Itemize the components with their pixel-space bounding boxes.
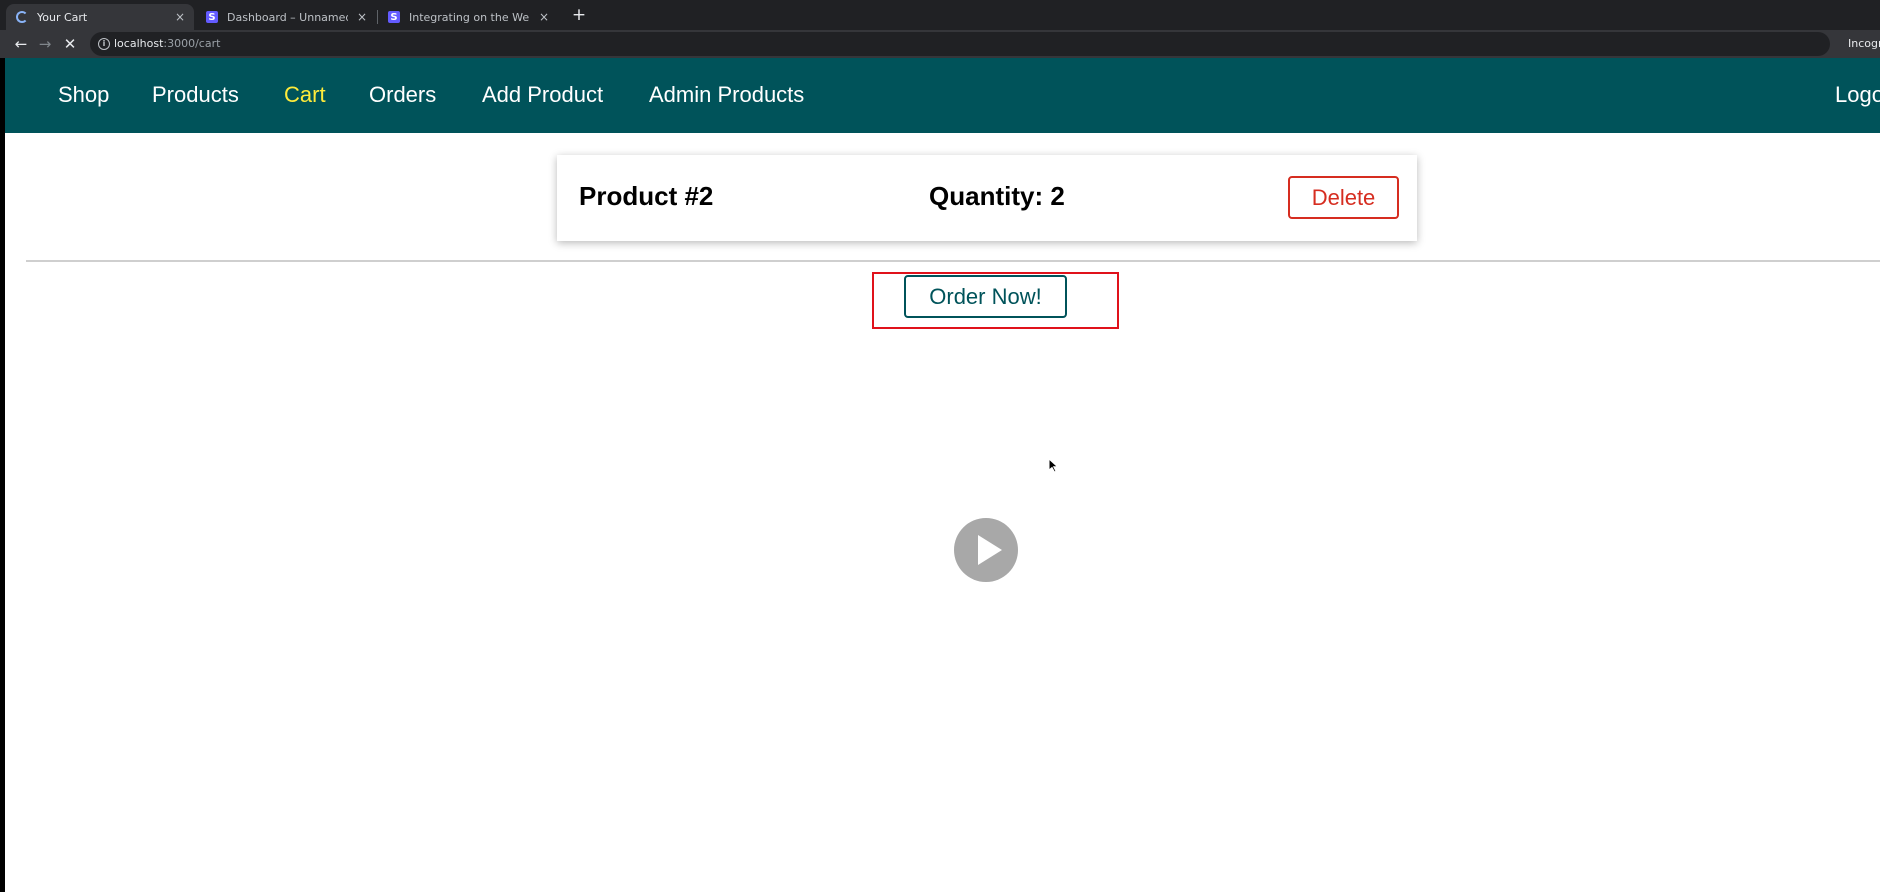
delete-button[interactable]: Delete	[1288, 176, 1399, 219]
order-now-button[interactable]: Order Now!	[904, 275, 1067, 318]
close-icon[interactable]: ×	[172, 10, 188, 24]
nav-admin-products[interactable]: Admin Products	[649, 82, 804, 108]
nav-add-product[interactable]: Add Product	[482, 82, 603, 108]
mouse-cursor-icon	[1048, 458, 1059, 473]
incognito-label[interactable]: Incognito	[1848, 37, 1880, 50]
stop-loading-icon[interactable]: ✕	[60, 34, 80, 54]
cart-item-card: Product #2 Quantity: 2 Delete	[557, 155, 1417, 241]
tab-title: Integrating on the Web | Stripe	[409, 10, 530, 24]
close-icon[interactable]: ×	[354, 10, 370, 24]
tab-stripe-dashboard[interactable]: S Dashboard – Unnamed account ×	[196, 4, 376, 30]
nav-shop[interactable]: Shop	[58, 82, 109, 108]
page-viewport: Shop Products Cart Orders Add Product Ad…	[5, 58, 1880, 892]
tab-title: Dashboard – Unnamed account	[227, 10, 348, 24]
back-arrow-icon[interactable]: ←	[11, 34, 31, 54]
stripe-icon: S	[206, 11, 218, 23]
new-tab-button[interactable]: +	[570, 6, 588, 26]
tab-title: Your Cart	[37, 10, 88, 24]
stripe-icon: S	[388, 11, 400, 23]
nav-cart[interactable]: Cart	[284, 82, 326, 108]
info-icon[interactable]: i	[98, 38, 110, 50]
play-icon[interactable]	[954, 518, 1018, 582]
address-bar[interactable]: i localhost:3000/cart ⌕ ☆	[90, 32, 1830, 56]
tab-your-cart[interactable]: Your Cart ×	[6, 4, 194, 30]
nav-logout[interactable]: Logout	[1835, 82, 1880, 108]
main-header: Shop Products Cart Orders Add Product Ad…	[5, 58, 1880, 133]
divider	[26, 260, 1880, 262]
browser-tab-strip: Your Cart × S Dashboard – Unnamed accoun…	[0, 0, 1880, 30]
forward-arrow-icon[interactable]: →	[35, 34, 55, 54]
loading-spinner-icon	[16, 11, 28, 23]
tab-stripe-docs[interactable]: S Integrating on the Web | Stripe ×	[378, 4, 558, 30]
cart-item-title: Product #2	[579, 181, 714, 211]
browser-toolbar: ← → ✕ i localhost:3000/cart ⌕ ☆ Incognit…	[0, 30, 1880, 58]
close-icon[interactable]: ×	[536, 10, 552, 24]
cart-item-quantity: Quantity: 2	[929, 181, 1065, 211]
nav-orders[interactable]: Orders	[369, 82, 436, 108]
url-text[interactable]: localhost:3000/cart	[114, 37, 220, 50]
nav-products[interactable]: Products	[152, 82, 239, 108]
